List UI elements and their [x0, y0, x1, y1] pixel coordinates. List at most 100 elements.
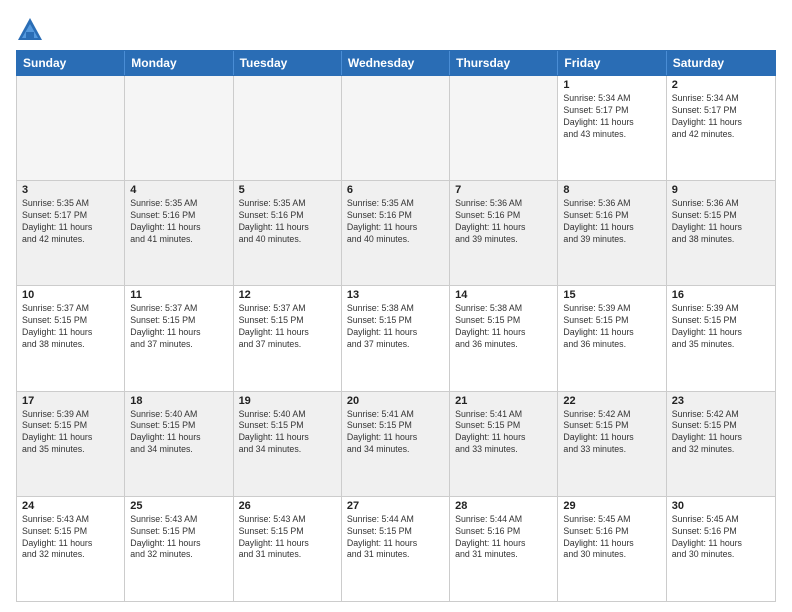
- cal-cell: 15 Sunrise: 5:39 AM Sunset: 5:15 PM Dayli…: [558, 286, 666, 390]
- day-info: Sunrise: 5:41 AM Sunset: 5:15 PM Dayligh…: [347, 409, 444, 457]
- day-number: 29: [563, 500, 660, 512]
- cal-cell: 3 Sunrise: 5:35 AM Sunset: 5:17 PM Daylig…: [17, 181, 125, 285]
- day-number: 16: [672, 289, 770, 301]
- day-info: Sunrise: 5:37 AM Sunset: 5:15 PM Dayligh…: [239, 303, 336, 351]
- day-info: Sunrise: 5:41 AM Sunset: 5:15 PM Dayligh…: [455, 409, 552, 457]
- cal-cell: [234, 76, 342, 180]
- day-number: 4: [130, 184, 227, 196]
- day-number: 17: [22, 395, 119, 407]
- day-number: 2: [672, 79, 770, 91]
- cal-week: 3 Sunrise: 5:35 AM Sunset: 5:17 PM Daylig…: [17, 181, 775, 286]
- cal-cell: 12 Sunrise: 5:37 AM Sunset: 5:15 PM Dayli…: [234, 286, 342, 390]
- logo: [16, 16, 48, 44]
- cal-cell: 26Sunrise: 5:43 AM Sunset: 5:15 PM Dayli…: [234, 497, 342, 601]
- day-info: Sunrise: 5:44 AM Sunset: 5:16 PM Dayligh…: [455, 514, 552, 562]
- day-info: Sunrise: 5:39 AM Sunset: 5:15 PM Dayligh…: [22, 409, 119, 457]
- day-number: 15: [563, 289, 660, 301]
- calendar: SundayMondayTuesdayWednesdayThursdayFrid…: [16, 50, 776, 602]
- day-number: 26: [239, 500, 336, 512]
- cal-cell: 2 Sunrise: 5:34 AM Sunset: 5:17 PM Daylig…: [667, 76, 775, 180]
- cal-cell: 19 Sunrise: 5:40 AM Sunset: 5:15 PM Dayli…: [234, 392, 342, 496]
- cal-cell: 28 Sunrise: 5:44 AM Sunset: 5:16 PM Dayli…: [450, 497, 558, 601]
- day-number: 19: [239, 395, 336, 407]
- cal-cell: 20Sunrise: 5:41 AM Sunset: 5:15 PM Dayli…: [342, 392, 450, 496]
- cal-cell: 23 Sunrise: 5:42 AM Sunset: 5:15 PM Dayli…: [667, 392, 775, 496]
- logo-icon: [16, 16, 44, 44]
- header: [16, 12, 776, 44]
- day-info: Sunrise: 5:37 AM Sunset: 5:15 PM Dayligh…: [130, 303, 227, 351]
- cal-cell: [125, 76, 233, 180]
- day-info: Sunrise: 5:43 AM Sunset: 5:15 PM Dayligh…: [130, 514, 227, 562]
- day-number: 24: [22, 500, 119, 512]
- cal-header-cell: Tuesday: [234, 51, 342, 75]
- cal-header-cell: Monday: [125, 51, 233, 75]
- day-info: Sunrise: 5:35 AM Sunset: 5:16 PM Dayligh…: [239, 198, 336, 246]
- cal-cell: 13Sunrise: 5:38 AM Sunset: 5:15 PM Dayli…: [342, 286, 450, 390]
- day-info: Sunrise: 5:38 AM Sunset: 5:15 PM Dayligh…: [455, 303, 552, 351]
- day-number: 27: [347, 500, 444, 512]
- day-number: 18: [130, 395, 227, 407]
- day-number: 25: [130, 500, 227, 512]
- cal-cell: 27 Sunrise: 5:44 AM Sunset: 5:15 PM Dayli…: [342, 497, 450, 601]
- cal-cell: 16 Sunrise: 5:39 AM Sunset: 5:15 PM Dayli…: [667, 286, 775, 390]
- day-info: Sunrise: 5:36 AM Sunset: 5:16 PM Dayligh…: [563, 198, 660, 246]
- cal-cell: 25 Sunrise: 5:43 AM Sunset: 5:15 PM Dayli…: [125, 497, 233, 601]
- day-number: 28: [455, 500, 552, 512]
- cal-header-cell: Wednesday: [342, 51, 450, 75]
- day-number: 3: [22, 184, 119, 196]
- cal-week: 24 Sunrise: 5:43 AM Sunset: 5:15 PM Dayli…: [17, 497, 775, 601]
- cal-cell: 30Sunrise: 5:45 AM Sunset: 5:16 PM Dayli…: [667, 497, 775, 601]
- day-number: 8: [563, 184, 660, 196]
- day-number: 9: [672, 184, 770, 196]
- day-info: Sunrise: 5:45 AM Sunset: 5:16 PM Dayligh…: [672, 514, 770, 562]
- cal-cell: 14 Sunrise: 5:38 AM Sunset: 5:15 PM Dayli…: [450, 286, 558, 390]
- cal-cell: [342, 76, 450, 180]
- day-info: Sunrise: 5:39 AM Sunset: 5:15 PM Dayligh…: [672, 303, 770, 351]
- calendar-body: 1 Sunrise: 5:34 AM Sunset: 5:17 PM Daylig…: [16, 76, 776, 602]
- cal-cell: 4 Sunrise: 5:35 AM Sunset: 5:16 PM Daylig…: [125, 181, 233, 285]
- cal-cell: [450, 76, 558, 180]
- day-info: Sunrise: 5:35 AM Sunset: 5:16 PM Dayligh…: [130, 198, 227, 246]
- day-info: Sunrise: 5:38 AM Sunset: 5:15 PM Dayligh…: [347, 303, 444, 351]
- day-info: Sunrise: 5:39 AM Sunset: 5:15 PM Dayligh…: [563, 303, 660, 351]
- cal-cell: 21 Sunrise: 5:41 AM Sunset: 5:15 PM Dayli…: [450, 392, 558, 496]
- cal-cell: 18 Sunrise: 5:40 AM Sunset: 5:15 PM Dayli…: [125, 392, 233, 496]
- day-number: 21: [455, 395, 552, 407]
- cal-cell: 6 Sunrise: 5:35 AM Sunset: 5:16 PM Daylig…: [342, 181, 450, 285]
- day-info: Sunrise: 5:37 AM Sunset: 5:15 PM Dayligh…: [22, 303, 119, 351]
- cal-week: 17 Sunrise: 5:39 AM Sunset: 5:15 PM Dayli…: [17, 392, 775, 497]
- day-info: Sunrise: 5:34 AM Sunset: 5:17 PM Dayligh…: [563, 93, 660, 141]
- day-number: 12: [239, 289, 336, 301]
- day-info: Sunrise: 5:35 AM Sunset: 5:17 PM Dayligh…: [22, 198, 119, 246]
- day-number: 7: [455, 184, 552, 196]
- day-info: Sunrise: 5:42 AM Sunset: 5:15 PM Dayligh…: [672, 409, 770, 457]
- cal-cell: 10Sunrise: 5:37 AM Sunset: 5:15 PM Dayli…: [17, 286, 125, 390]
- day-number: 14: [455, 289, 552, 301]
- cal-cell: [17, 76, 125, 180]
- cal-cell: 1 Sunrise: 5:34 AM Sunset: 5:17 PM Daylig…: [558, 76, 666, 180]
- day-number: 23: [672, 395, 770, 407]
- day-info: Sunrise: 5:44 AM Sunset: 5:15 PM Dayligh…: [347, 514, 444, 562]
- day-info: Sunrise: 5:40 AM Sunset: 5:15 PM Dayligh…: [130, 409, 227, 457]
- day-info: Sunrise: 5:40 AM Sunset: 5:15 PM Dayligh…: [239, 409, 336, 457]
- cal-week: 1 Sunrise: 5:34 AM Sunset: 5:17 PM Daylig…: [17, 76, 775, 181]
- cal-header-cell: Thursday: [450, 51, 558, 75]
- day-number: 1: [563, 79, 660, 91]
- cal-cell: 8 Sunrise: 5:36 AM Sunset: 5:16 PM Daylig…: [558, 181, 666, 285]
- cal-cell: 11Sunrise: 5:37 AM Sunset: 5:15 PM Dayli…: [125, 286, 233, 390]
- day-info: Sunrise: 5:43 AM Sunset: 5:15 PM Dayligh…: [22, 514, 119, 562]
- day-info: Sunrise: 5:45 AM Sunset: 5:16 PM Dayligh…: [563, 514, 660, 562]
- day-info: Sunrise: 5:42 AM Sunset: 5:15 PM Dayligh…: [563, 409, 660, 457]
- cal-cell: 5 Sunrise: 5:35 AM Sunset: 5:16 PM Daylig…: [234, 181, 342, 285]
- cal-header-cell: Sunday: [17, 51, 125, 75]
- day-number: 22: [563, 395, 660, 407]
- day-number: 5: [239, 184, 336, 196]
- day-info: Sunrise: 5:36 AM Sunset: 5:16 PM Dayligh…: [455, 198, 552, 246]
- day-info: Sunrise: 5:34 AM Sunset: 5:17 PM Dayligh…: [672, 93, 770, 141]
- day-info: Sunrise: 5:35 AM Sunset: 5:16 PM Dayligh…: [347, 198, 444, 246]
- day-info: Sunrise: 5:36 AM Sunset: 5:15 PM Dayligh…: [672, 198, 770, 246]
- day-number: 6: [347, 184, 444, 196]
- cal-header-cell: Saturday: [667, 51, 775, 75]
- cal-week: 10Sunrise: 5:37 AM Sunset: 5:15 PM Dayli…: [17, 286, 775, 391]
- cal-cell: 17 Sunrise: 5:39 AM Sunset: 5:15 PM Dayli…: [17, 392, 125, 496]
